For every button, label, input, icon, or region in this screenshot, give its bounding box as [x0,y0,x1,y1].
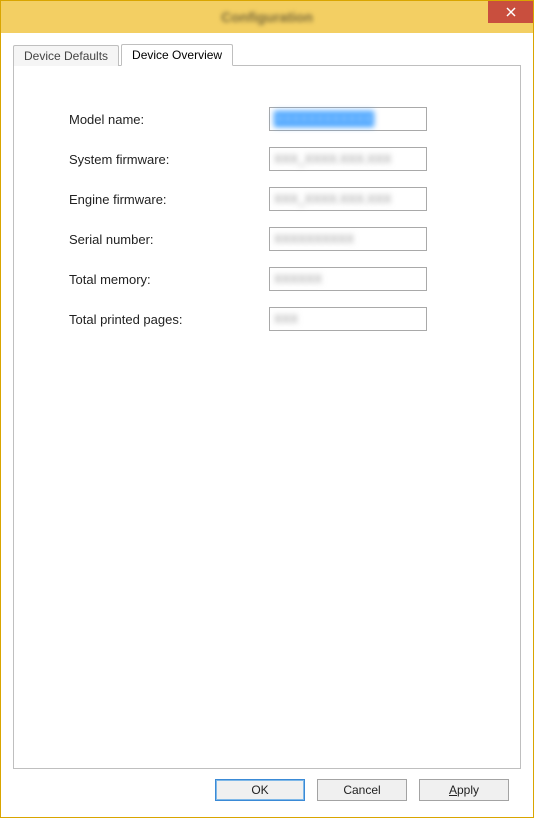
input-system-firmware[interactable]: XXX_XXXX.XXX.XXX [269,147,427,171]
cancel-button[interactable]: Cancel [317,779,407,801]
input-total-pages[interactable]: XXX [269,307,427,331]
input-engine-firmware[interactable]: XXX_XXXX.XXX.XXX [269,187,427,211]
value-serial-number: XXXXXXXXXX [274,232,354,246]
tab-panel-device-overview: Model name: XXXXXXXXXXXX System firmware… [13,65,521,769]
apply-button[interactable]: Apply [419,779,509,801]
config-window: Configuration Device Defaults Device Ove… [0,0,534,818]
value-total-memory: XXXXXX [274,272,322,286]
row-serial-number: Serial number: XXXXXXXXXX [69,226,490,252]
dialog-button-row: OK Cancel Apply [13,769,521,805]
value-engine-firmware: XXX_XXXX.XXX.XXX [274,192,391,206]
label-serial-number: Serial number: [69,232,269,247]
tab-device-overview[interactable]: Device Overview [121,44,233,66]
apply-post: pply [457,783,479,797]
close-icon [506,7,516,17]
titlebar: Configuration [1,1,533,33]
label-system-firmware: System firmware: [69,152,269,167]
row-model-name: Model name: XXXXXXXXXXXX [69,106,490,132]
input-serial-number[interactable]: XXXXXXXXXX [269,227,427,251]
value-system-firmware: XXX_XXXX.XXX.XXX [274,152,391,166]
label-total-pages: Total printed pages: [69,312,269,327]
close-button[interactable] [488,1,533,23]
apply-accel: A [449,783,457,797]
row-system-firmware: System firmware: XXX_XXXX.XXX.XXX [69,146,490,172]
label-total-memory: Total memory: [69,272,269,287]
content-area: Device Defaults Device Overview Model na… [1,33,533,817]
input-model-name[interactable]: XXXXXXXXXXXX [269,107,427,131]
window-title: Configuration [221,9,313,25]
row-total-pages: Total printed pages: XXX [69,306,490,332]
value-total-pages: XXX [274,312,298,326]
row-engine-firmware: Engine firmware: XXX_XXXX.XXX.XXX [69,186,490,212]
label-engine-firmware: Engine firmware: [69,192,269,207]
tabstrip: Device Defaults Device Overview [13,43,521,65]
value-model-name: XXXXXXXXXXXX [274,111,374,127]
row-total-memory: Total memory: XXXXXX [69,266,490,292]
input-total-memory[interactable]: XXXXXX [269,267,427,291]
tab-device-defaults[interactable]: Device Defaults [13,45,119,66]
ok-button[interactable]: OK [215,779,305,801]
label-model-name: Model name: [69,112,269,127]
